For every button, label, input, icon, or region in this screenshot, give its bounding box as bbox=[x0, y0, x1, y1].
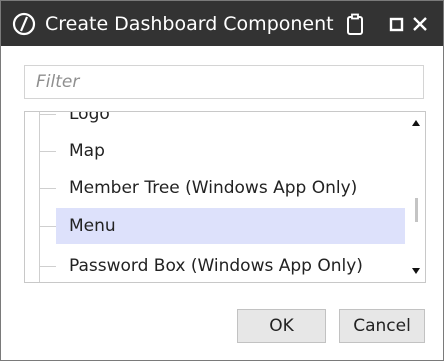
create-dashboard-component-dialog: Create Dashboard Component Logo Map Memb… bbox=[0, 0, 444, 361]
maximize-icon[interactable] bbox=[385, 13, 407, 35]
app-logo-icon bbox=[12, 12, 36, 36]
scrollbar-thumb[interactable] bbox=[415, 198, 418, 222]
list-item[interactable]: Member Tree (Windows App Only) bbox=[25, 170, 407, 206]
clipboard-icon[interactable] bbox=[344, 13, 366, 35]
list-item[interactable]: Map bbox=[25, 133, 407, 169]
list-item[interactable]: Logo bbox=[25, 111, 407, 132]
list-item-label: Member Tree (Windows App Only) bbox=[69, 178, 358, 198]
ok-button[interactable]: OK bbox=[237, 309, 326, 343]
scroll-down-arrow-icon[interactable] bbox=[412, 268, 420, 274]
cancel-button[interactable]: Cancel bbox=[339, 309, 425, 343]
list-item-label: Menu bbox=[69, 216, 116, 236]
filter-input[interactable] bbox=[24, 65, 424, 99]
list-item-label: Map bbox=[69, 141, 105, 161]
dialog-title: Create Dashboard Component bbox=[45, 13, 334, 35]
list-item-label: Password Box (Windows App Only) bbox=[69, 256, 363, 276]
component-list[interactable]: Logo Map Member Tree (Windows App Only) … bbox=[24, 111, 426, 283]
title-bar[interactable]: Create Dashboard Component bbox=[1, 1, 443, 46]
close-icon[interactable] bbox=[409, 13, 431, 35]
list-item-selected[interactable]: Menu bbox=[25, 208, 407, 244]
list-scrollbar[interactable] bbox=[407, 112, 425, 282]
scroll-up-arrow-icon[interactable] bbox=[412, 120, 420, 126]
list-item-label: Logo bbox=[69, 111, 110, 124]
list-item[interactable]: Password Box (Windows App Only) bbox=[25, 248, 407, 282]
